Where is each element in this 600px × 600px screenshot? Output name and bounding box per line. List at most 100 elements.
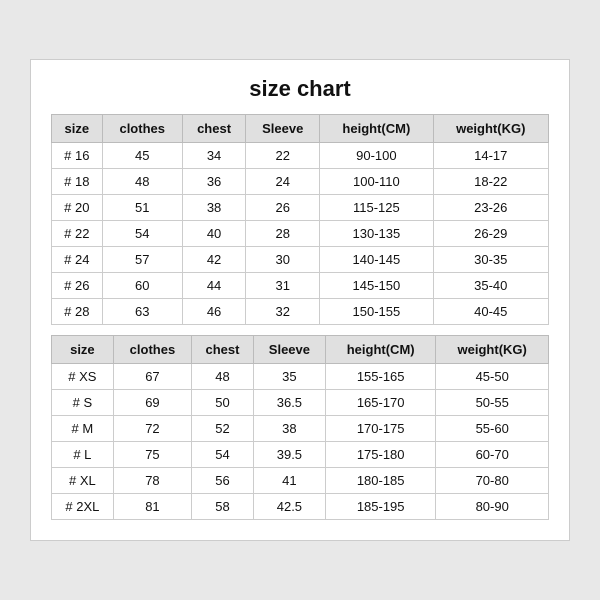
table-row: # 1645342290-10014-17: [52, 143, 549, 169]
table-cell: 41: [253, 468, 325, 494]
table-cell: 56: [192, 468, 254, 494]
table-row: # XS674835155-16545-50: [52, 364, 549, 390]
table-cell: 36.5: [253, 390, 325, 416]
table-cell: 75: [113, 442, 191, 468]
table-cell: 50: [192, 390, 254, 416]
table-cell: 14-17: [433, 143, 548, 169]
table-cell: # 18: [52, 169, 103, 195]
table-cell: 34: [182, 143, 245, 169]
table-cell: 48: [192, 364, 254, 390]
size-table-1: sizeclotheschestSleeveheight(CM)weight(K…: [51, 114, 549, 325]
table-cell: 30-35: [433, 247, 548, 273]
size-table-2: sizeclotheschestSleeveheight(CM)weight(K…: [51, 335, 549, 520]
table-cell: 185-195: [325, 494, 435, 520]
table-cell: 44: [182, 273, 245, 299]
table-cell: 140-145: [320, 247, 433, 273]
table-cell: # 24: [52, 247, 103, 273]
table-cell: # 26: [52, 273, 103, 299]
table-row: # 18483624100-11018-22: [52, 169, 549, 195]
table-cell: 42: [182, 247, 245, 273]
table-row: # XL785641180-18570-80: [52, 468, 549, 494]
col-header: size: [52, 336, 114, 364]
table-cell: 46: [182, 299, 245, 325]
table-cell: 26: [246, 195, 320, 221]
table-cell: 22: [246, 143, 320, 169]
table-cell: 54: [192, 442, 254, 468]
col-header: weight(KG): [433, 115, 548, 143]
table-cell: 130-135: [320, 221, 433, 247]
table-cell: 45: [102, 143, 182, 169]
table-row: # L755439.5175-18060-70: [52, 442, 549, 468]
table-cell: 28: [246, 221, 320, 247]
table-cell: 90-100: [320, 143, 433, 169]
table-cell: 40-45: [433, 299, 548, 325]
table-cell: 45-50: [436, 364, 549, 390]
table-cell: 18-22: [433, 169, 548, 195]
table-cell: # 22: [52, 221, 103, 247]
table-cell: 170-175: [325, 416, 435, 442]
table-cell: 50-55: [436, 390, 549, 416]
table-cell: 31: [246, 273, 320, 299]
table-row: # S695036.5165-17050-55: [52, 390, 549, 416]
table-cell: 175-180: [325, 442, 435, 468]
table-cell: 35-40: [433, 273, 548, 299]
table-cell: 23-26: [433, 195, 548, 221]
table-cell: # 20: [52, 195, 103, 221]
table-cell: # L: [52, 442, 114, 468]
table-cell: # 28: [52, 299, 103, 325]
table-cell: # 16: [52, 143, 103, 169]
table-cell: # 2XL: [52, 494, 114, 520]
table-row: # 24574230140-14530-35: [52, 247, 549, 273]
col-header: size: [52, 115, 103, 143]
table-cell: 42.5: [253, 494, 325, 520]
chart-title: size chart: [51, 76, 549, 102]
table-cell: 67: [113, 364, 191, 390]
table-cell: 155-165: [325, 364, 435, 390]
col-header: chest: [182, 115, 245, 143]
table-row: # 20513826115-12523-26: [52, 195, 549, 221]
table-cell: 36: [182, 169, 245, 195]
col-header: clothes: [113, 336, 191, 364]
table-cell: 48: [102, 169, 182, 195]
table-cell: 35: [253, 364, 325, 390]
table-cell: 115-125: [320, 195, 433, 221]
table-cell: 55-60: [436, 416, 549, 442]
table-cell: # M: [52, 416, 114, 442]
table-row: # 2XL815842.5185-19580-90: [52, 494, 549, 520]
table-cell: # XL: [52, 468, 114, 494]
table-cell: 81: [113, 494, 191, 520]
table-cell: 70-80: [436, 468, 549, 494]
table-cell: 180-185: [325, 468, 435, 494]
table-cell: 38: [182, 195, 245, 221]
table-cell: 80-90: [436, 494, 549, 520]
table-cell: 39.5: [253, 442, 325, 468]
col-header: Sleeve: [253, 336, 325, 364]
table-cell: 60-70: [436, 442, 549, 468]
table-cell: # XS: [52, 364, 114, 390]
table-cell: 58: [192, 494, 254, 520]
table-cell: 54: [102, 221, 182, 247]
table-cell: 100-110: [320, 169, 433, 195]
table-cell: 145-150: [320, 273, 433, 299]
col-header: height(CM): [320, 115, 433, 143]
table-cell: 150-155: [320, 299, 433, 325]
table-cell: 57: [102, 247, 182, 273]
size-chart-card: size chart sizeclotheschestSleeveheight(…: [30, 59, 570, 541]
table-row: # 22544028130-13526-29: [52, 221, 549, 247]
col-header: weight(KG): [436, 336, 549, 364]
col-header: clothes: [102, 115, 182, 143]
col-header: height(CM): [325, 336, 435, 364]
table-cell: 38: [253, 416, 325, 442]
table-cell: 165-170: [325, 390, 435, 416]
table-cell: 69: [113, 390, 191, 416]
col-header: Sleeve: [246, 115, 320, 143]
table-cell: 30: [246, 247, 320, 273]
table-cell: 60: [102, 273, 182, 299]
table-cell: 24: [246, 169, 320, 195]
table-cell: 26-29: [433, 221, 548, 247]
table-cell: # S: [52, 390, 114, 416]
table-cell: 40: [182, 221, 245, 247]
table-cell: 63: [102, 299, 182, 325]
table-row: # 26604431145-15035-40: [52, 273, 549, 299]
table-cell: 52: [192, 416, 254, 442]
